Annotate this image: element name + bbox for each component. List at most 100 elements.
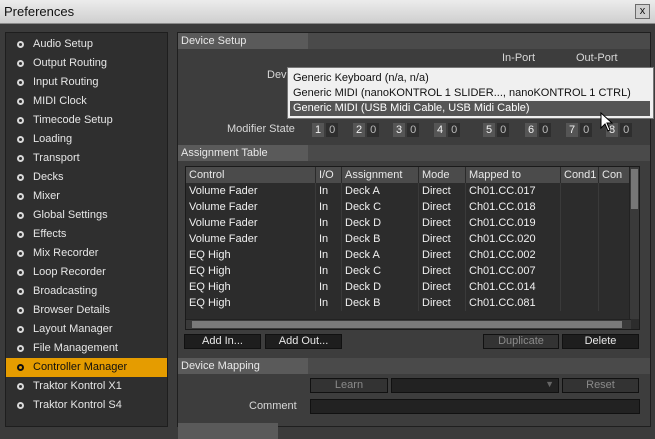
assignment-table[interactable]: Control I/O Assignment Mode Mapped to Cond1 Co…	[185, 166, 640, 330]
table-row[interactable]: Volume Fader In Deck C Direct Ch01.CC.018	[186, 199, 631, 215]
comment-field[interactable]	[310, 399, 640, 414]
table-cell	[599, 263, 631, 279]
sidebar-item[interactable]: Global Settings	[6, 206, 167, 225]
scroll-thumb[interactable]	[631, 169, 638, 209]
sidebar-item[interactable]: Browser Details	[6, 301, 167, 320]
radio-icon	[17, 98, 24, 105]
column-header[interactable]: Mode	[419, 167, 466, 183]
sidebar-item[interactable]: Mixer	[6, 187, 167, 206]
device-setup-header: Device Setup	[178, 33, 308, 49]
column-header[interactable]: Control	[186, 167, 316, 183]
sidebar-item[interactable]: Controller Manager	[6, 358, 167, 377]
modifier-number: 7	[566, 123, 579, 137]
table-cell	[561, 279, 599, 295]
modifier-cell[interactable]: 40	[434, 123, 461, 137]
table-cell	[561, 231, 599, 247]
sidebar-item[interactable]: Decks	[6, 168, 167, 187]
sidebar-item[interactable]: MIDI Clock	[6, 92, 167, 111]
sidebar-item[interactable]: Traktor Kontrol X1	[6, 377, 167, 396]
table-cell	[561, 183, 599, 199]
radio-icon	[17, 402, 24, 409]
sidebar-item-label: Traktor Kontrol S4	[33, 399, 122, 411]
table-row[interactable]: EQ High In Deck B Direct Ch01.CC.081	[186, 295, 631, 311]
sidebar-item[interactable]: Traktor Kontrol S4	[6, 396, 167, 415]
out-port-label: Out-Port	[576, 52, 618, 64]
modifier-number: 4	[434, 123, 447, 137]
sidebar-item[interactable]: Transport	[6, 149, 167, 168]
column-header[interactable]: Assignment	[342, 167, 419, 183]
mapping-dropdown[interactable]: ▼	[391, 378, 559, 393]
table-cell: Volume Fader	[186, 215, 316, 231]
dropdown-option[interactable]: Generic MIDI (nanoKONTROL 1 SLIDER..., n…	[290, 86, 650, 101]
vertical-scrollbar[interactable]	[629, 167, 639, 319]
add-out-button[interactable]: Add Out...	[265, 334, 342, 349]
assignment-table-header: Assignment Table	[178, 145, 308, 161]
table-cell	[599, 295, 631, 311]
sidebar-item[interactable]: Output Routing	[6, 54, 167, 73]
table-row[interactable]: Volume Fader In Deck D Direct Ch01.CC.019	[186, 215, 631, 231]
table-cell	[561, 199, 599, 215]
modifier-cell[interactable]: 30	[393, 123, 420, 137]
device-dropdown-list[interactable]: Generic Keyboard (n/a, n/a) Generic MIDI …	[287, 67, 654, 119]
sidebar-item[interactable]: Input Routing	[6, 73, 167, 92]
table-cell: Deck C	[342, 199, 419, 215]
sidebar-item-label: Loop Recorder	[33, 266, 106, 278]
table-cell	[599, 183, 631, 199]
modifier-cell[interactable]: 10	[312, 123, 339, 137]
table-cell: Direct	[419, 231, 466, 247]
sidebar-item[interactable]: File Management	[6, 339, 167, 358]
modifier-cell[interactable]: 20	[353, 123, 380, 137]
horizontal-scrollbar[interactable]	[186, 319, 631, 329]
chevron-down-icon: ▼	[545, 379, 554, 389]
sidebar-item-label: Mixer	[33, 190, 60, 202]
modifier-cell[interactable]: 60	[525, 123, 552, 137]
delete-button[interactable]: Delete	[562, 334, 639, 349]
sidebar-item-label: Broadcasting	[33, 285, 98, 297]
table-row[interactable]: EQ High In Deck A Direct Ch01.CC.002	[186, 247, 631, 263]
sidebar-item[interactable]: Loading	[6, 130, 167, 149]
sidebar-item[interactable]: Broadcasting	[6, 282, 167, 301]
table-cell	[599, 199, 631, 215]
radio-icon	[17, 41, 24, 48]
dropdown-option[interactable]: Generic Keyboard (n/a, n/a)	[290, 71, 650, 86]
column-header[interactable]: Cond1	[561, 167, 599, 183]
modifier-cell[interactable]: 50	[483, 123, 510, 137]
table-cell: In	[316, 231, 342, 247]
table-row[interactable]: EQ High In Deck C Direct Ch01.CC.007	[186, 263, 631, 279]
radio-icon	[17, 307, 24, 314]
modifier-value: 0	[580, 123, 593, 137]
dropdown-option[interactable]: Generic MIDI (USB Midi Cable, USB Midi C…	[290, 101, 650, 116]
column-header[interactable]: Con	[599, 167, 631, 183]
device-label: Dev	[267, 69, 287, 81]
table-row[interactable]: Volume Fader In Deck B Direct Ch01.CC.020	[186, 231, 631, 247]
sidebar-item[interactable]: Loop Recorder	[6, 263, 167, 282]
section-header-partial	[178, 423, 278, 439]
modifier-cell[interactable]: 70	[566, 123, 593, 137]
scroll-thumb[interactable]	[192, 321, 622, 328]
section-line	[308, 145, 650, 161]
add-in-button[interactable]: Add In...	[184, 334, 261, 349]
modifier-value: 0	[407, 123, 420, 137]
sidebar-item[interactable]: Layout Manager	[6, 320, 167, 339]
sidebar-item-label: Traktor Kontrol X1	[33, 380, 122, 392]
table-cell: EQ High	[186, 279, 316, 295]
column-header[interactable]: I/O	[316, 167, 342, 183]
sidebar-item[interactable]: Effects	[6, 225, 167, 244]
duplicate-button[interactable]: Duplicate	[483, 334, 559, 349]
modifier-number: 2	[353, 123, 366, 137]
close-button[interactable]: x	[635, 4, 650, 19]
column-header[interactable]: Mapped to	[466, 167, 561, 183]
reset-button[interactable]: Reset	[562, 378, 639, 393]
modifier-state-label: Modifier State	[227, 123, 295, 135]
sidebar-item-label: Controller Manager	[33, 361, 128, 373]
radio-icon	[17, 60, 24, 67]
learn-button[interactable]: Learn	[310, 378, 388, 393]
sidebar-item[interactable]: Audio Setup	[6, 35, 167, 54]
sidebar-item[interactable]: Mix Recorder	[6, 244, 167, 263]
table-row[interactable]: EQ High In Deck D Direct Ch01.CC.014	[186, 279, 631, 295]
table-row[interactable]: Volume Fader In Deck A Direct Ch01.CC.017	[186, 183, 631, 199]
sidebar-item[interactable]: Timecode Setup	[6, 111, 167, 130]
table-cell	[599, 279, 631, 295]
table-cell: Ch01.CC.019	[466, 215, 561, 231]
table-cell: Ch01.CC.007	[466, 263, 561, 279]
